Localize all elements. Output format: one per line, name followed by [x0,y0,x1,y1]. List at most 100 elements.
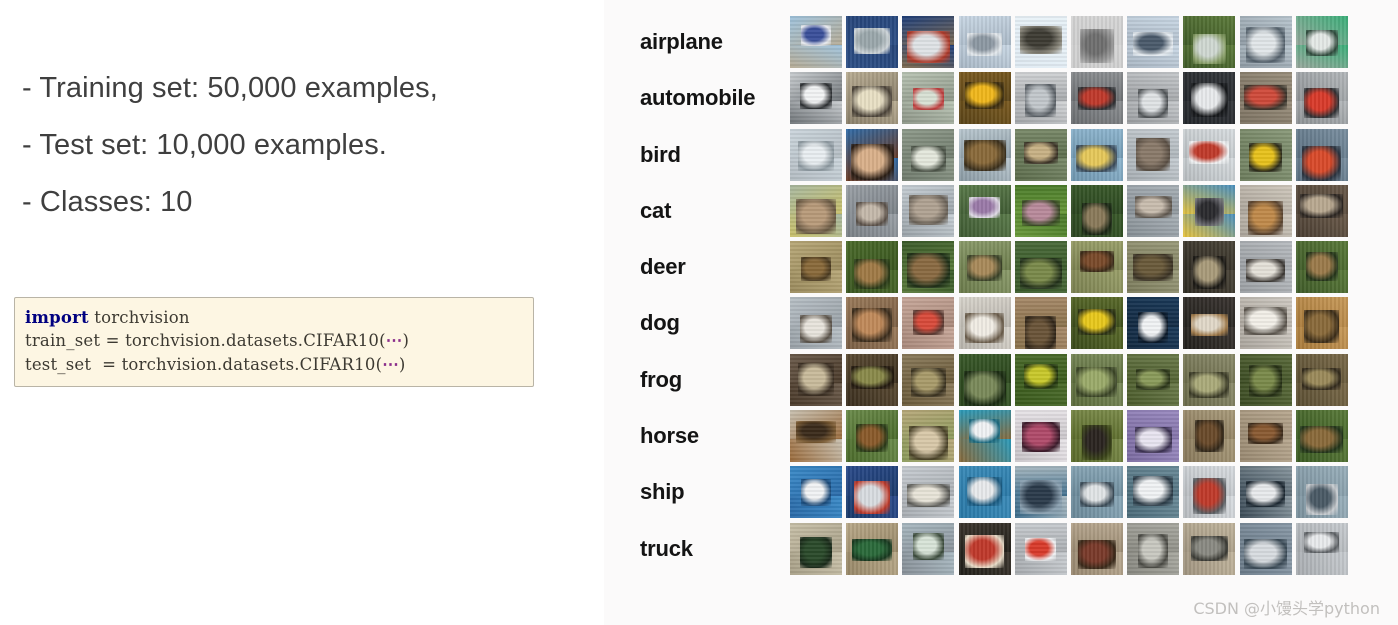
sample-thumbnail[interactable] [1014,353,1067,406]
sample-thumbnail[interactable] [1070,184,1123,237]
sample-thumbnail[interactable] [846,466,899,519]
sample-thumbnail[interactable] [902,522,955,575]
sample-thumbnail[interactable] [1070,16,1123,68]
sample-thumbnail[interactable] [958,128,1011,181]
sample-thumbnail[interactable] [958,522,1011,575]
sample-thumbnail[interactable] [1183,353,1236,406]
sample-thumbnail[interactable] [958,184,1011,237]
sample-thumbnail[interactable] [958,297,1011,350]
sample-thumbnail[interactable] [1127,297,1180,350]
sample-thumbnail[interactable] [1014,410,1067,463]
sample-thumbnail[interactable] [846,128,899,181]
sample-thumbnail[interactable] [790,522,842,575]
sample-thumbnail[interactable] [1239,72,1292,125]
sample-thumbnail[interactable] [1239,241,1292,294]
sample-thumbnail[interactable] [1070,128,1123,181]
sample-thumbnail[interactable] [1239,466,1292,519]
sample-thumbnail[interactable] [1183,297,1236,350]
sample-thumbnail[interactable] [1070,522,1123,575]
sample-thumbnail[interactable] [1239,128,1292,181]
sample-thumbnail[interactable] [1014,128,1067,181]
sample-thumbnail[interactable] [846,353,899,406]
sample-thumbnail[interactable] [1014,241,1067,294]
sample-thumbnail[interactable] [1014,184,1067,237]
sample-thumbnail[interactable] [902,466,955,519]
sample-thumbnail[interactable] [1183,410,1236,463]
sample-thumbnail[interactable] [846,184,899,237]
sample-thumbnail[interactable] [1295,466,1348,519]
sample-thumbnail[interactable] [902,410,955,463]
sample-thumbnail[interactable] [846,410,899,463]
sample-thumbnail[interactable] [1070,353,1123,406]
sample-thumbnail[interactable] [846,297,899,350]
sample-thumbnail[interactable] [958,410,1011,463]
sample-thumbnail[interactable] [1070,410,1123,463]
sample-thumbnail[interactable] [1014,72,1067,125]
sample-thumbnail[interactable] [1295,241,1348,294]
sample-thumbnail[interactable] [1127,410,1180,463]
sample-thumbnail[interactable] [902,72,955,125]
sample-thumbnail[interactable] [1239,297,1292,350]
sample-thumbnail[interactable] [790,466,842,519]
sample-thumbnail[interactable] [902,128,955,181]
sample-thumbnail[interactable] [846,72,899,125]
sample-thumbnail[interactable] [1183,466,1236,519]
sample-thumbnail[interactable] [958,16,1011,68]
sample-thumbnail[interactable] [1183,184,1236,237]
sample-thumbnail[interactable] [902,297,955,350]
sample-thumbnail[interactable] [1127,353,1180,406]
sample-thumbnail[interactable] [1127,72,1180,125]
sample-thumbnail[interactable] [1183,72,1236,125]
sample-thumbnail[interactable] [1183,241,1236,294]
sample-thumbnail[interactable] [1014,522,1067,575]
sample-thumbnail[interactable] [1014,16,1067,68]
sample-thumbnail[interactable] [1183,522,1236,575]
sample-thumbnail[interactable] [1239,410,1292,463]
sample-thumbnail[interactable] [1295,297,1348,350]
sample-thumbnail[interactable] [1295,353,1348,406]
sample-thumbnail[interactable] [1014,466,1067,519]
sample-thumbnail[interactable] [846,16,899,68]
sample-thumbnail[interactable] [1014,297,1067,350]
sample-thumbnail[interactable] [790,410,842,463]
sample-thumbnail[interactable] [1070,72,1123,125]
sample-thumbnail[interactable] [1183,128,1236,181]
sample-thumbnail[interactable] [902,184,955,237]
sample-thumbnail[interactable] [1295,128,1348,181]
sample-thumbnail[interactable] [1127,128,1180,181]
sample-thumbnail[interactable] [1127,522,1180,575]
sample-thumbnail[interactable] [902,16,955,68]
sample-thumbnail[interactable] [790,184,842,237]
sample-thumbnail[interactable] [1295,16,1348,68]
sample-thumbnail[interactable] [790,241,842,294]
sample-thumbnail[interactable] [902,241,955,294]
sample-thumbnail[interactable] [902,353,955,406]
sample-thumbnail[interactable] [958,72,1011,125]
sample-thumbnail[interactable] [1239,184,1292,237]
sample-thumbnail[interactable] [958,241,1011,294]
sample-thumbnail[interactable] [958,353,1011,406]
sample-thumbnail[interactable] [1295,410,1348,463]
sample-thumbnail[interactable] [1127,241,1180,294]
sample-thumbnail[interactable] [1127,16,1180,68]
sample-thumbnail[interactable] [1295,184,1348,237]
sample-thumbnail[interactable] [790,72,842,125]
sample-thumbnail[interactable] [1070,466,1123,519]
sample-thumbnail[interactable] [1295,72,1348,125]
sample-thumbnail[interactable] [1239,522,1292,575]
sample-thumbnail[interactable] [958,466,1011,519]
sample-thumbnail[interactable] [790,16,842,68]
sample-thumbnail[interactable] [1295,522,1348,575]
sample-thumbnail[interactable] [846,522,899,575]
sample-thumbnail[interactable] [1183,16,1236,68]
sample-thumbnail[interactable] [1239,16,1292,68]
sample-thumbnail[interactable] [790,128,842,181]
sample-thumbnail[interactable] [1070,241,1123,294]
sample-thumbnail[interactable] [1127,184,1180,237]
sample-thumbnail[interactable] [790,297,842,350]
sample-thumbnail[interactable] [846,241,899,294]
sample-thumbnail[interactable] [1070,297,1123,350]
sample-thumbnail[interactable] [1127,466,1180,519]
sample-thumbnail[interactable] [1239,353,1292,406]
sample-thumbnail[interactable] [790,353,842,406]
